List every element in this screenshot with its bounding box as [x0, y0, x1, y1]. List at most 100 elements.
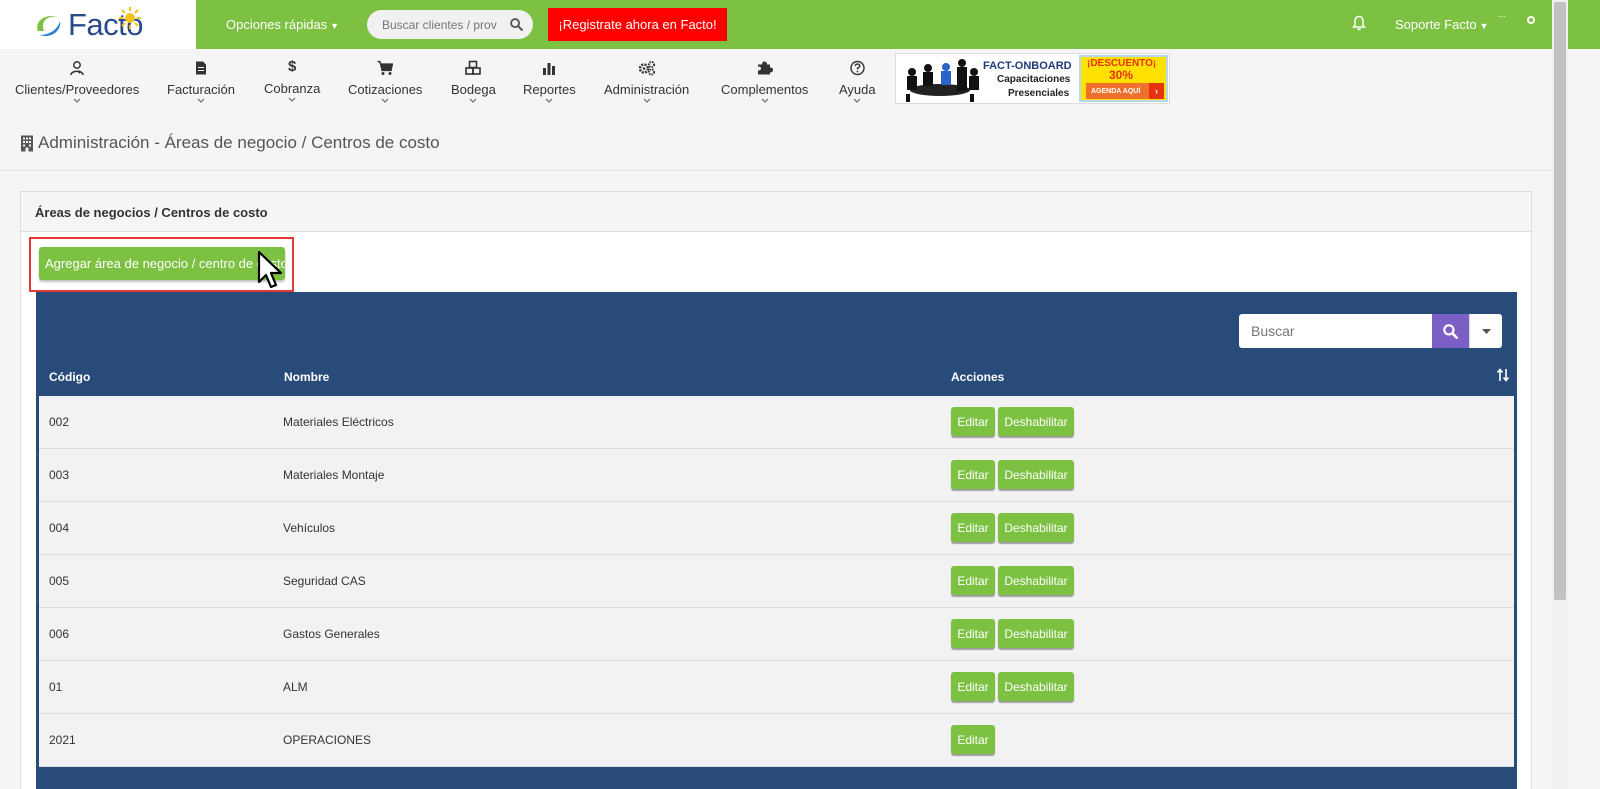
- avatar[interactable]: ...: [1498, 9, 1528, 23]
- column-header-code[interactable]: Código: [49, 370, 90, 384]
- table-row: 006 Gastos Generales Editar Deshabilitar: [39, 608, 1514, 661]
- search-icon[interactable]: [510, 18, 523, 31]
- sort-icon[interactable]: [1497, 368, 1509, 382]
- caret-down-icon: ▼: [1479, 21, 1489, 31]
- cell-code: 004: [49, 521, 70, 535]
- user-group-icon: [70, 61, 84, 76]
- mouse-cursor-icon: [257, 250, 283, 289]
- edit-button[interactable]: Editar: [951, 513, 995, 542]
- cart-icon: [377, 60, 394, 75]
- scrollbar-thumb[interactable]: [1554, 2, 1566, 600]
- bell-icon[interactable]: [1352, 15, 1366, 31]
- row-actions: Editar Deshabilitar: [951, 407, 1074, 436]
- row-actions: Editar Deshabilitar: [951, 619, 1074, 648]
- question-icon: [850, 60, 865, 76]
- table-row: 01 ALM Editar Deshabilitar: [39, 661, 1514, 714]
- nav-bodega[interactable]: Bodega: [451, 49, 496, 115]
- cell-name: OPERACIONES: [283, 733, 372, 747]
- edit-button[interactable]: Editar: [951, 460, 995, 489]
- promo-cta-label: AGENDA AQUÍ: [1091, 87, 1141, 95]
- disable-button[interactable]: Deshabilitar: [998, 619, 1074, 648]
- nav-reportes[interactable]: Reportes: [523, 49, 576, 115]
- disable-button[interactable]: Deshabilitar: [998, 672, 1074, 701]
- chevron-down-icon: [853, 98, 861, 103]
- banner-line-2: Presenciales: [1008, 88, 1070, 99]
- document-icon: [195, 61, 206, 75]
- disable-button[interactable]: Deshabilitar: [998, 460, 1074, 489]
- nav-cobranza[interactable]: $ Cobranza: [264, 49, 320, 115]
- edit-button[interactable]: Editar: [951, 672, 995, 701]
- logo-swirl-icon: [37, 15, 61, 36]
- client-search-input[interactable]: [382, 17, 497, 32]
- user-name: Soporte Facto: [1395, 17, 1477, 32]
- client-search-box: [367, 10, 533, 39]
- top-bar: Facto Opciones rápidas▼ ¡Registrate ahor…: [0, 0, 1600, 49]
- chevron-down-icon: [469, 98, 477, 103]
- nav-label: Clientes/Proveedores: [15, 82, 140, 97]
- add-cost-center-button[interactable]: Agregar área de negocio / centro de cost…: [39, 247, 285, 280]
- column-header-actions: Acciones: [951, 370, 1005, 384]
- nav-label: Reportes: [523, 82, 576, 97]
- table-search-button[interactable]: [1432, 314, 1469, 348]
- cell-code: 2021: [49, 733, 76, 747]
- edit-button[interactable]: Editar: [951, 407, 995, 436]
- nav-label: Cotizaciones: [348, 82, 423, 97]
- search-options-dropdown[interactable]: [1469, 314, 1502, 348]
- table-row: 2021 OPERACIONES Editar: [39, 714, 1514, 767]
- table-row: 002 Materiales Eléctricos Editar Deshabi…: [39, 396, 1514, 449]
- user-menu[interactable]: Soporte Facto ▼: [1395, 17, 1489, 32]
- nav-label: Complementos: [721, 82, 809, 97]
- cost-centers-table: Código Nombre Acciones 002 Materiales El…: [36, 292, 1517, 789]
- edit-button[interactable]: Editar: [951, 725, 995, 754]
- discount-promo[interactable]: ¡DESCUENTO¡ 30% AGENDA AQUÍ ›: [1079, 55, 1168, 102]
- nav-complementos[interactable]: Complementos: [721, 49, 808, 115]
- nav-administracion[interactable]: Administración: [604, 49, 689, 115]
- search-icon: [1443, 323, 1458, 339]
- nav-clientes-proveedores[interactable]: Clientes/Proveedores: [15, 49, 139, 115]
- nav-label: Ayuda: [839, 82, 876, 97]
- disable-button[interactable]: Deshabilitar: [998, 566, 1074, 595]
- nav-cotizaciones[interactable]: Cotizaciones: [348, 49, 422, 115]
- chevron-down-icon: [73, 98, 81, 103]
- row-actions: Editar: [951, 725, 995, 754]
- caret-down-icon: [1481, 328, 1491, 334]
- edit-button[interactable]: Editar: [951, 619, 995, 648]
- banner-line-1: Capacitaciones: [997, 74, 1071, 85]
- chevron-down-icon: [381, 98, 389, 103]
- cell-name: ALM: [283, 680, 308, 694]
- column-header-name[interactable]: Nombre: [284, 370, 329, 384]
- cell-name: Materiales Eléctricos: [283, 415, 394, 429]
- nav-label: Administración: [604, 82, 690, 97]
- meeting-people-icon: [898, 54, 982, 103]
- register-button[interactable]: ¡Registrate ahora en Facto!: [548, 8, 727, 41]
- facto-logo[interactable]: Facto: [0, 0, 196, 49]
- cell-code: 003: [49, 468, 70, 482]
- quick-options-menu[interactable]: Opciones rápidas ▼: [226, 17, 339, 32]
- row-actions: Editar Deshabilitar: [951, 460, 1074, 489]
- caret-down-icon: ▼: [330, 21, 340, 31]
- dollar-icon: $: [288, 58, 297, 75]
- nav-label: Cobranza: [264, 81, 321, 96]
- gears-icon: [638, 60, 655, 76]
- promo-cta-button[interactable]: AGENDA AQUÍ ›: [1086, 83, 1164, 99]
- nav-facturacion[interactable]: Facturación: [167, 49, 235, 115]
- divider: [0, 170, 1552, 171]
- cell-name: Vehículos: [283, 521, 336, 535]
- disable-button[interactable]: Deshabilitar: [998, 407, 1074, 436]
- nav-ayuda[interactable]: Ayuda: [839, 49, 876, 115]
- edit-button[interactable]: Editar: [951, 566, 995, 595]
- cell-name: Seguridad CAS: [283, 574, 366, 588]
- cell-code: 002: [49, 415, 70, 429]
- boxes-icon: [465, 60, 482, 75]
- main-nav: Clientes/Proveedores Facturación $ Cobra…: [0, 49, 1552, 115]
- fact-onboard-banner[interactable]: FACT-ONBOARD Capacitaciones Presenciales…: [895, 53, 1170, 104]
- page-title-text: Administración - Áreas de negocio / Cent…: [38, 133, 440, 152]
- table-search-input[interactable]: [1239, 314, 1432, 348]
- puzzle-icon: [757, 61, 773, 75]
- cell-name: Materiales Montaje: [283, 468, 385, 482]
- online-status-dot: [1527, 16, 1535, 24]
- table-row: 004 Vehículos Editar Deshabilitar: [39, 502, 1514, 555]
- cell-name: Gastos Generales: [283, 627, 380, 641]
- disable-button[interactable]: Deshabilitar: [998, 513, 1074, 542]
- cost-centers-panel: Áreas de negocios / Centros de costo Agr…: [20, 191, 1532, 789]
